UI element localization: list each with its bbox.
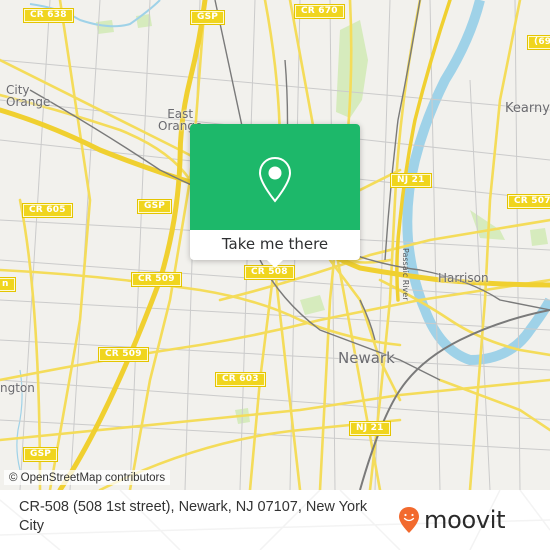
shield-cr-509-b: CR 509 (98, 347, 149, 362)
osm-attribution[interactable]: © OpenStreetMap contributors (4, 470, 171, 485)
shield-cr-605: CR 605 (22, 203, 73, 218)
shield-cr-603: CR 603 (215, 372, 266, 387)
shield-gsp-south: GSP (22, 447, 59, 462)
city-label-irvington: ngton (0, 381, 35, 395)
destination-popup[interactable]: Take me there (190, 124, 360, 268)
city-label-kearny: Kearny (505, 101, 550, 116)
moovit-wordmark: moovit (424, 506, 506, 534)
shield-cr-638: CR 638 (23, 8, 74, 23)
shield-cr-509-a: CR 509 (131, 272, 182, 287)
shield-partial-left: n (0, 277, 16, 292)
shield-nj-21-north: NJ 21 (390, 173, 432, 188)
shield-cr-507: CR 507 (507, 194, 550, 209)
city-label-harrison: Harrison (438, 271, 489, 285)
shield-cr-670: CR 670 (294, 4, 345, 19)
map[interactable]: City Orange East Orange Kearny Harrison … (0, 0, 550, 490)
moovit-logo[interactable]: moovit (398, 502, 506, 538)
park-military (300, 295, 325, 315)
footer: CR-508 (508 1st street), Newark, NJ 0710… (0, 490, 550, 550)
take-me-there-button[interactable]: Take me there (190, 230, 360, 260)
shield-gsp-mid: GSP (136, 199, 173, 214)
address-text: CR-508 (508 1st street), Newark, NJ 0710… (19, 499, 368, 534)
popup-header (190, 124, 360, 230)
map-pin-icon (258, 156, 292, 203)
river-label-passaic: Passaic River (401, 248, 410, 301)
moovit-smiley-pin-icon (399, 507, 419, 533)
shield-69x: (69 (526, 35, 550, 50)
city-label-newark: Newark (338, 349, 395, 367)
popup-pointer (267, 260, 283, 268)
shield-nj-21-south: NJ 21 (349, 421, 391, 436)
park-east (530, 228, 548, 246)
shield-gsp-north: GSP (189, 10, 226, 25)
city-label-city-orange: City Orange (6, 83, 51, 109)
